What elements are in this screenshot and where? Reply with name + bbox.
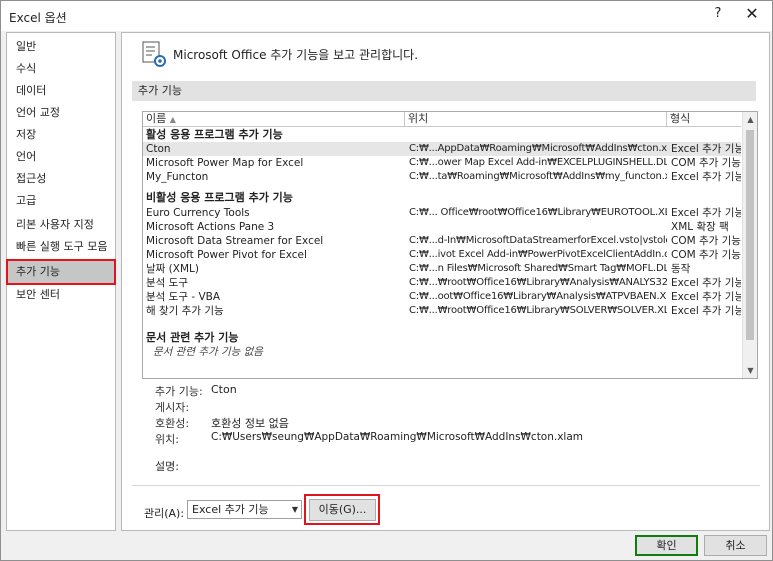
table-header: 이름 ▲ 위치 형식 bbox=[143, 112, 741, 127]
table-row[interactable]: Cton C:₩...AppData₩Roaming₩Microsoft₩Add… bbox=[143, 142, 741, 156]
table-row[interactable]: Euro Currency Tools C:₩... Office₩root₩O… bbox=[143, 206, 741, 220]
close-button[interactable]: ✕ bbox=[741, 4, 763, 26]
sidebar-item-data[interactable]: 데이터 bbox=[8, 80, 114, 102]
addins-panel: Microsoft Office 추가 기능을 보고 관리합니다. 추가 기능 … bbox=[121, 32, 770, 531]
table-row[interactable]: 분석 도구 - VBA C:₩...oot₩Office16₩Library₩A… bbox=[143, 290, 741, 304]
sidebar-item-proofing[interactable]: 언어 교정 bbox=[8, 102, 114, 124]
window-title: Excel 옵션 bbox=[9, 11, 67, 25]
sidebar-item-general[interactable]: 일반 bbox=[8, 36, 114, 58]
table-row[interactable]: 분석 도구 C:₩...₩root₩Office16₩Library₩Analy… bbox=[143, 276, 741, 290]
column-header-location[interactable]: 위치 bbox=[405, 112, 667, 127]
column-header-type[interactable]: 형식 bbox=[667, 112, 741, 127]
cancel-button[interactable]: 취소 bbox=[704, 535, 767, 556]
table-body: 활성 응용 프로그램 추가 기능 Cton C:₩...AppData₩Roam… bbox=[143, 128, 741, 378]
excel-options-dialog: Excel 옵션 ? ✕ 일반 수식 데이터 언어 교정 저장 언어 접근성 고… bbox=[0, 0, 773, 561]
group-inactive: 비활성 응용 프로그램 추가 기능 bbox=[146, 191, 293, 204]
sidebar-item-advanced[interactable]: 고급 bbox=[8, 190, 114, 212]
vertical-scrollbar[interactable]: ▲ ▼ bbox=[742, 112, 757, 378]
divider bbox=[132, 485, 760, 486]
section-header: 추가 기능 bbox=[132, 81, 756, 101]
column-header-name[interactable]: 이름 ▲ bbox=[143, 112, 405, 127]
manage-label: 관리(A): bbox=[144, 507, 185, 520]
table-row[interactable]: 해 찾기 추가 기능 C:₩...₩root₩Office16₩Library₩… bbox=[143, 304, 741, 318]
group-document: 문서 관련 추가 기능 bbox=[146, 331, 239, 344]
ok-button[interactable]: 확인 bbox=[635, 535, 698, 556]
scroll-down-icon[interactable]: ▼ bbox=[743, 363, 758, 378]
page-title: Microsoft Office 추가 기능을 보고 관리합니다. bbox=[173, 48, 419, 62]
title-bar: Excel 옵션 ? ✕ bbox=[1, 1, 772, 31]
addins-list[interactable]: 이름 ▲ 위치 형식 활성 응용 프로그램 추가 기능 Cton C:₩...A… bbox=[142, 111, 758, 379]
table-row[interactable]: Microsoft Actions Pane 3 XML 확장 팩 bbox=[143, 220, 741, 234]
sidebar-item-formulas[interactable]: 수식 bbox=[8, 58, 114, 80]
scroll-up-icon[interactable]: ▲ bbox=[743, 112, 758, 127]
scroll-thumb[interactable] bbox=[746, 130, 754, 340]
table-row[interactable]: Microsoft Power Pivot for Excel C:₩...iv… bbox=[143, 248, 741, 262]
go-button[interactable]: 이동(G)... bbox=[309, 499, 376, 521]
sidebar-item-trust-center[interactable]: 보안 센터 bbox=[8, 284, 114, 306]
addin-value: Cton bbox=[211, 383, 237, 396]
compatibility-value: 호환성 정보 없음 bbox=[211, 417, 289, 430]
publisher-label: 게시자: bbox=[155, 401, 190, 414]
sidebar-item-customize-ribbon[interactable]: 리본 사용자 지정 bbox=[8, 214, 114, 236]
document-empty-note: 문서 관련 추가 기능 없음 bbox=[153, 346, 263, 358]
addin-label: 추가 기능: bbox=[155, 385, 203, 398]
sidebar-item-addins[interactable]: 추가 기능 bbox=[6, 259, 116, 285]
options-sidebar: 일반 수식 데이터 언어 교정 저장 언어 접근성 고급 리본 사용자 지정 빠… bbox=[6, 32, 116, 531]
location-label: 위치: bbox=[155, 433, 179, 446]
manage-selected-value: Excel 추가 기능 bbox=[192, 503, 269, 516]
table-row[interactable]: Microsoft Power Map for Excel C:₩...ower… bbox=[143, 156, 741, 170]
location-value: C:₩Users₩seung₩AppData₩Roaming₩Microsoft… bbox=[211, 431, 584, 443]
addins-gear-icon bbox=[142, 41, 168, 69]
manage-dropdown[interactable]: Excel 추가 기능 ▼ bbox=[187, 500, 302, 519]
description-label: 설명: bbox=[155, 460, 179, 473]
compatibility-label: 호환성: bbox=[155, 417, 190, 430]
table-row[interactable]: My_Functon C:₩...ta₩Roaming₩Microsoft₩Ad… bbox=[143, 170, 741, 184]
help-button[interactable]: ? bbox=[709, 6, 727, 24]
table-row[interactable]: 날짜 (XML) C:₩...n Files₩Microsoft Shared₩… bbox=[143, 262, 741, 276]
chevron-down-icon: ▼ bbox=[291, 505, 298, 514]
sidebar-item-quick-access-toolbar[interactable]: 빠른 실행 도구 모음 bbox=[8, 236, 114, 258]
sidebar-item-save[interactable]: 저장 bbox=[8, 124, 114, 146]
sidebar-item-language[interactable]: 언어 bbox=[8, 146, 114, 168]
sidebar-item-accessibility[interactable]: 접근성 bbox=[8, 168, 114, 190]
group-active: 활성 응용 프로그램 추가 기능 bbox=[146, 128, 283, 141]
table-row[interactable]: Microsoft Data Streamer for Excel C:₩...… bbox=[143, 234, 741, 248]
sort-ascending-icon: ▲ bbox=[169, 115, 176, 124]
